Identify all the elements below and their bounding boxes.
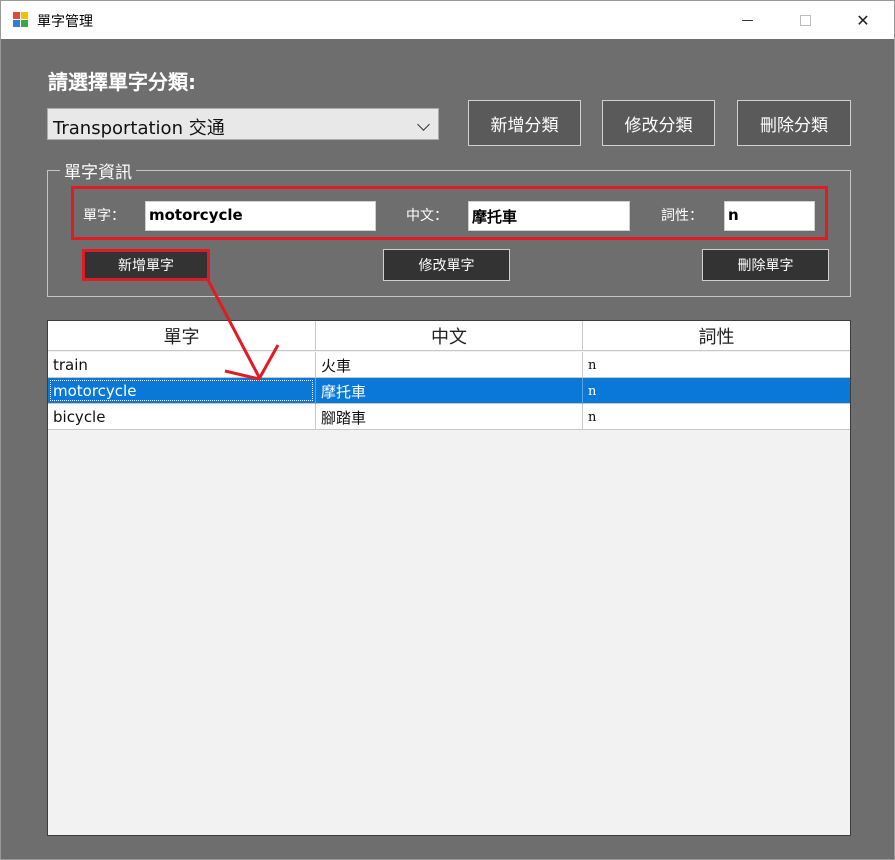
word-table[interactable]: 單字 中文 詞性 train 火車 n motorcycle 摩托車 n bic… xyxy=(47,320,851,836)
word-label: 單字： xyxy=(83,208,125,224)
pos-label: 詞性： xyxy=(661,208,703,224)
cell-chinese: 腳踏車 xyxy=(316,404,583,430)
word-manager-window: 單字管理 ✕ 請選擇單字分類: Transportation 交通 新增分類 修… xyxy=(0,0,895,860)
close-button[interactable]: ✕ xyxy=(834,1,892,39)
category-selected-value: Transportation 交通 xyxy=(53,118,225,139)
pos-input[interactable]: n xyxy=(724,201,815,231)
word-input[interactable]: motorcycle xyxy=(145,201,376,231)
add-word-button[interactable]: 新增單字 xyxy=(85,252,207,278)
edit-word-button[interactable]: 修改單字 xyxy=(383,249,510,281)
category-label: 請選擇單字分類: xyxy=(48,70,196,94)
cell-pos: n xyxy=(588,383,597,399)
client-area: 請選擇單字分類: Transportation 交通 新增分類 修改分類 刪除分… xyxy=(1,39,894,859)
cell-pos: n xyxy=(588,409,597,425)
add-category-button[interactable]: 新增分類 xyxy=(468,100,581,146)
delete-word-button[interactable]: 刪除單字 xyxy=(702,249,829,281)
delete-category-button[interactable]: 刪除分類 xyxy=(737,100,851,146)
minimize-button[interactable] xyxy=(718,1,776,39)
app-icon xyxy=(13,12,29,28)
category-select[interactable]: Transportation 交通 xyxy=(47,108,439,140)
table-header: 單字 中文 詞性 xyxy=(48,321,850,351)
column-header-chinese[interactable]: 中文 xyxy=(316,321,583,351)
table-row-selected[interactable]: motorcycle 摩托車 n xyxy=(48,378,850,404)
cell-chinese: 摩托車 xyxy=(316,378,583,404)
close-icon: ✕ xyxy=(856,10,870,30)
cell-chinese: 火車 xyxy=(316,352,583,378)
chinese-label: 中文： xyxy=(406,208,448,224)
word-info-legend: 單字資訊 xyxy=(60,158,136,183)
maximize-button[interactable] xyxy=(776,1,834,39)
title-bar[interactable]: 單字管理 ✕ xyxy=(1,1,894,39)
maximize-icon xyxy=(799,14,811,26)
cell-pos: n xyxy=(588,357,597,373)
table-row[interactable]: train 火車 n xyxy=(48,352,850,378)
column-header-pos[interactable]: 詞性 xyxy=(583,321,850,351)
table-row[interactable]: bicycle 腳踏車 n xyxy=(48,404,850,430)
cell-word: motorcycle xyxy=(48,378,316,404)
edit-category-button[interactable]: 修改分類 xyxy=(602,100,715,146)
chevron-down-icon xyxy=(417,118,430,131)
minimize-icon xyxy=(741,19,753,21)
column-header-word[interactable]: 單字 xyxy=(48,321,316,351)
window-title: 單字管理 xyxy=(37,14,93,30)
cell-word: train xyxy=(48,352,316,378)
cell-word: bicycle xyxy=(48,404,316,430)
chinese-input[interactable]: 摩托車 xyxy=(468,201,630,231)
